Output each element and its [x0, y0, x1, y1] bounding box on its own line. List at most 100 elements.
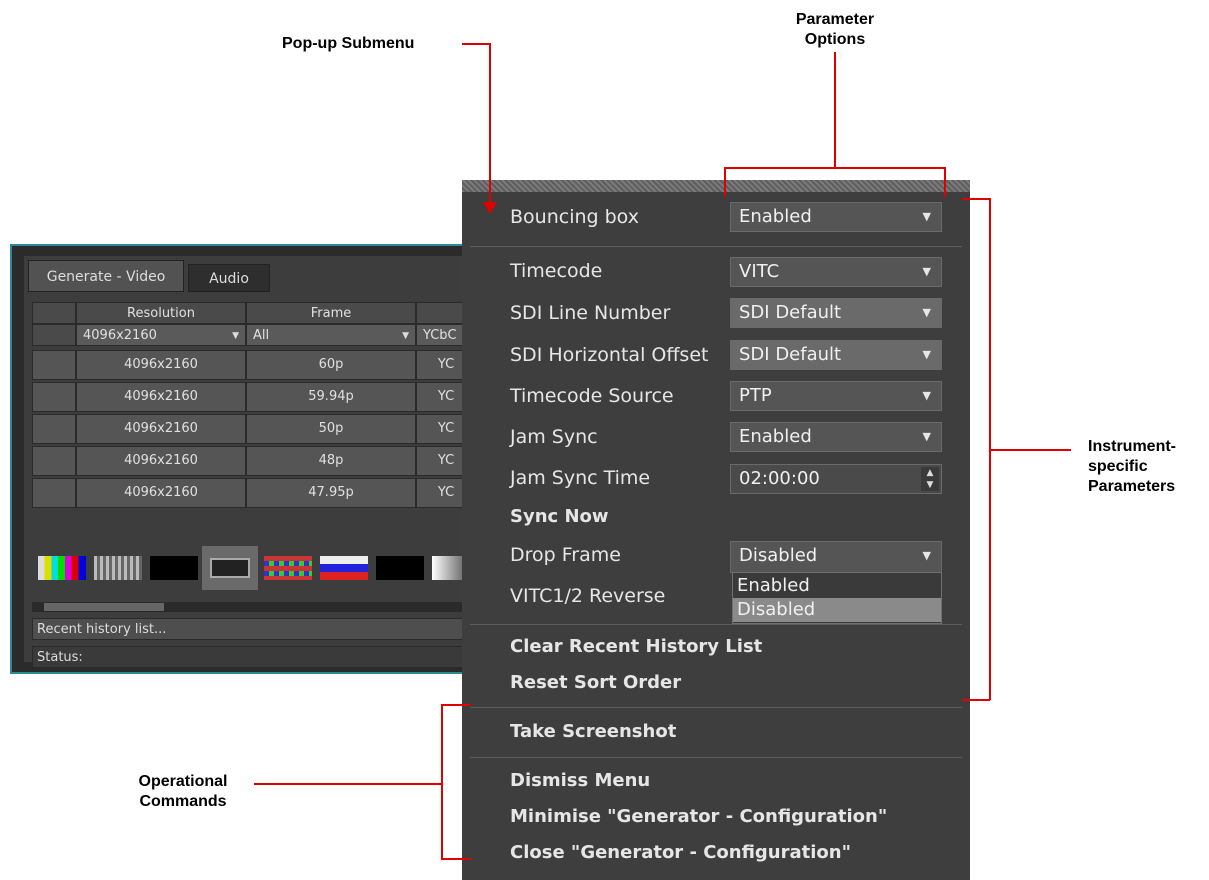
- timecode-source-select[interactable]: PTP ▼: [730, 381, 942, 411]
- status-bar: Status:: [32, 646, 478, 668]
- horizontal-scrollbar[interactable]: [32, 602, 478, 612]
- chevron-down-icon: ▼: [402, 331, 409, 341]
- popup-submenu: Bouncing box Enabled ▼ Timecode VITC ▼ S…: [462, 180, 970, 880]
- table-cell-resolution[interactable]: 4096x2160: [76, 350, 246, 380]
- callout-line: [834, 52, 836, 168]
- zone-plate-pattern-icon: [210, 558, 250, 578]
- callout-line: [441, 858, 471, 860]
- resolution-filter[interactable]: 4096x2160 ▼: [76, 324, 246, 346]
- table-cell-resolution[interactable]: 4096x2160: [76, 414, 246, 444]
- row-selector[interactable]: [32, 478, 76, 508]
- drop-option-disabled[interactable]: Disabled: [733, 598, 941, 622]
- chevron-down-icon: ▼: [922, 306, 931, 319]
- callout-line-2: Options: [804, 31, 866, 48]
- timecode-value: VITC: [739, 261, 780, 282]
- drop-option-enabled[interactable]: Enabled: [733, 574, 941, 598]
- filter-blank: [32, 324, 76, 346]
- callout-line-1: Operational: [138, 773, 228, 790]
- sdi-horizontal-offset-label: SDI Horizontal Offset: [510, 344, 709, 366]
- black-field-pattern-icon[interactable]: [376, 556, 424, 580]
- sync-now-item[interactable]: Sync Now: [510, 506, 609, 527]
- table-cell-resolution[interactable]: 4096x2160: [76, 382, 246, 412]
- timecode-label: Timecode: [510, 260, 603, 282]
- sdi-horizontal-offset-select[interactable]: SDI Default ▼: [730, 340, 942, 370]
- operational-commands-callout: Operational Commands: [118, 772, 248, 812]
- menu-divider: [470, 707, 962, 708]
- scrollbar-thumb[interactable]: [44, 603, 164, 611]
- table-cell-frame[interactable]: 47.95p: [246, 478, 416, 508]
- selected-pattern-highlight[interactable]: [202, 546, 258, 590]
- frame-filter-value: All: [253, 328, 270, 343]
- table-cell-frame[interactable]: 60p: [246, 350, 416, 380]
- menu-grip: [462, 180, 970, 192]
- chevron-down-icon: ▼: [922, 265, 931, 278]
- timecode-select[interactable]: VITC ▼: [730, 257, 942, 287]
- drop-frame-select[interactable]: Disabled ▼: [730, 541, 942, 573]
- callout-line-2: Commands: [139, 793, 227, 810]
- menu-divider: [470, 246, 962, 247]
- table-cell-frame[interactable]: 59.94p: [246, 382, 416, 412]
- row-selector[interactable]: [32, 350, 76, 380]
- minimise-window-item[interactable]: Minimise "Generator - Configuration": [510, 806, 887, 827]
- generator-window: Generate - Video Audio Resolution Frame …: [10, 244, 480, 674]
- arrow-down-icon: [483, 202, 497, 214]
- frame-filter[interactable]: All ▼: [246, 324, 416, 346]
- drop-frame-options-list: Enabled Disabled: [732, 572, 942, 624]
- menu-divider: [470, 757, 962, 758]
- callout-line: [724, 167, 946, 169]
- callout-line: [489, 43, 491, 203]
- chevron-down-icon: ▼: [922, 210, 931, 223]
- bouncing-box-select[interactable]: Enabled ▼: [730, 202, 942, 232]
- jam-sync-select[interactable]: Enabled ▼: [730, 422, 942, 452]
- drop-frame-label: Drop Frame: [510, 544, 621, 566]
- column-header-resolution[interactable]: Resolution: [76, 302, 246, 324]
- reset-sort-order-item[interactable]: Reset Sort Order: [510, 672, 681, 693]
- jam-sync-time-spinbox[interactable]: 02:00:00 ▲ ▼: [730, 464, 942, 494]
- bouncing-box-label: Bouncing box: [510, 206, 639, 228]
- tab-audio[interactable]: Audio: [188, 264, 270, 292]
- multiburst-pattern-icon[interactable]: [94, 556, 142, 580]
- chevron-down-icon: ▼: [922, 430, 931, 443]
- callout-line-3: Parameters: [1088, 478, 1176, 495]
- sdi-line-number-label: SDI Line Number: [510, 302, 671, 324]
- dismiss-menu-item[interactable]: Dismiss Menu: [510, 770, 650, 791]
- callout-line: [962, 699, 990, 701]
- chevron-down-icon: ▼: [922, 389, 931, 402]
- jam-sync-label: Jam Sync: [510, 426, 598, 448]
- callout-line: [989, 449, 1071, 451]
- callout-line: [441, 704, 471, 706]
- row-selector[interactable]: [32, 382, 76, 412]
- callout-line: [962, 198, 990, 200]
- tab-generate-video[interactable]: Generate - Video: [28, 260, 184, 292]
- close-window-item[interactable]: Close "Generator - Configuration": [510, 842, 851, 863]
- callout-line-2: specific: [1088, 458, 1148, 475]
- callout-line: [254, 783, 442, 785]
- row-selector[interactable]: [32, 414, 76, 444]
- pattern-thumbnail-strip: [32, 546, 478, 592]
- callout-line: [441, 704, 443, 860]
- callout-line: [724, 167, 726, 197]
- take-screenshot-item[interactable]: Take Screenshot: [510, 721, 676, 742]
- jam-sync-time-label: Jam Sync Time: [510, 467, 651, 489]
- table-cell-resolution[interactable]: 4096x2160: [76, 478, 246, 508]
- table-cell-resolution[interactable]: 4096x2160: [76, 446, 246, 476]
- table-cell-frame[interactable]: 48p: [246, 446, 416, 476]
- column-header-frame[interactable]: Frame: [246, 302, 416, 324]
- table-header-blank: [32, 302, 76, 324]
- spin-arrows-icon[interactable]: ▲ ▼: [921, 467, 939, 491]
- bouncing-box-value: Enabled: [739, 206, 812, 227]
- table-cell-frame[interactable]: 50p: [246, 414, 416, 444]
- flag-pattern-icon[interactable]: [320, 556, 368, 580]
- recent-history-dropdown[interactable]: Recent history list...: [32, 618, 478, 640]
- timecode-source-label: Timecode Source: [510, 385, 674, 407]
- color-bars-pattern-icon[interactable]: [38, 556, 86, 580]
- sdi-line-number-select[interactable]: SDI Default ▼: [730, 298, 942, 328]
- third-filter-value: YCbC: [423, 328, 457, 343]
- chevron-down-icon: ▼: [232, 331, 239, 341]
- generator-panel: Generate - Video Audio Resolution Frame …: [24, 256, 478, 668]
- clear-recent-history-item[interactable]: Clear Recent History List: [510, 636, 762, 657]
- black-pattern-icon[interactable]: [150, 556, 198, 580]
- color-checker-pattern-icon[interactable]: [264, 556, 312, 580]
- row-selector[interactable]: [32, 446, 76, 476]
- jam-sync-value: Enabled: [739, 426, 812, 447]
